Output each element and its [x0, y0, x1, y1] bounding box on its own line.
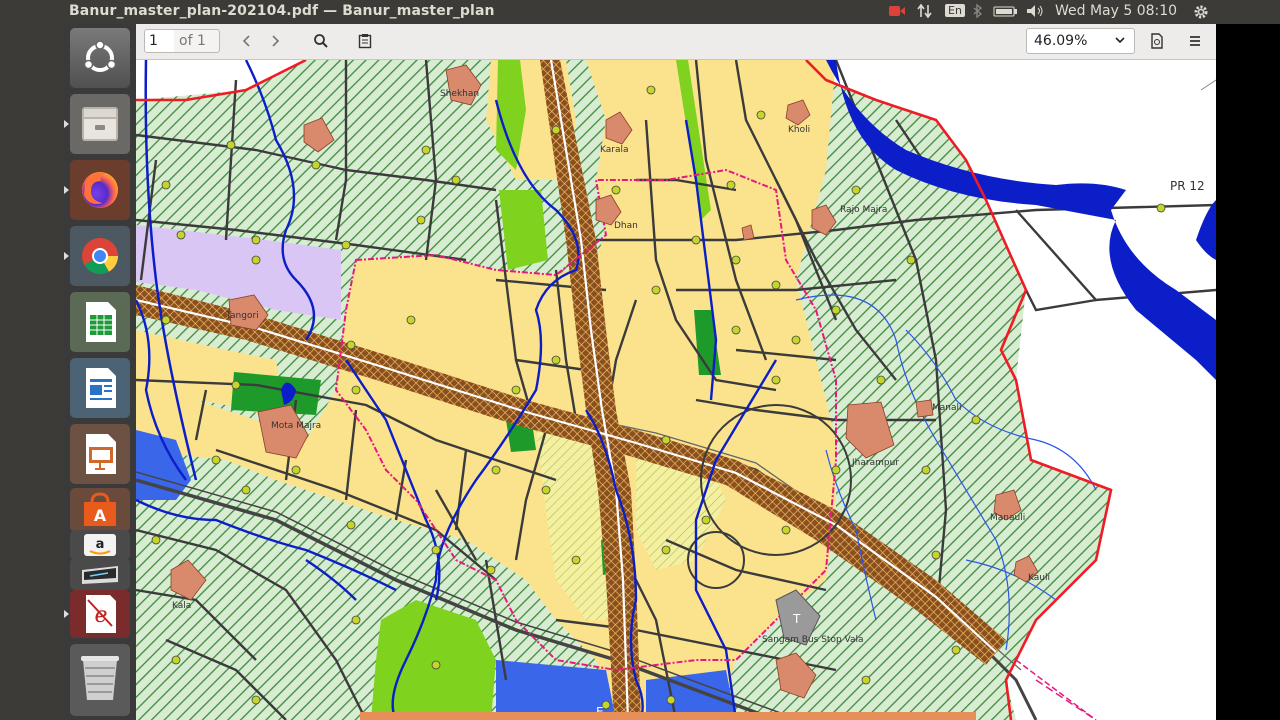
- software-center-button[interactable]: A: [70, 488, 130, 532]
- chrome-icon: [82, 238, 118, 275]
- network-icon[interactable]: [917, 3, 933, 23]
- clock[interactable]: Wed May 5 08:10: [1055, 3, 1177, 19]
- chevron-right-icon: [272, 35, 280, 47]
- search-icon: [314, 34, 328, 48]
- writer-icon: [86, 368, 116, 408]
- amazon-button[interactable]: a: [70, 530, 130, 560]
- trash-icon: [81, 656, 119, 700]
- ubuntu-dash-icon: [83, 40, 117, 72]
- label-mota-majra: Mota Majra: [271, 421, 321, 431]
- label-kauli: Kauli: [1028, 573, 1050, 583]
- ubuntu-dash-button[interactable]: [70, 28, 130, 88]
- label-tangori: Tangori: [225, 311, 259, 321]
- horizontal-scrollbar[interactable]: [360, 712, 976, 720]
- label-kala: Kala: [172, 601, 191, 611]
- amazon-icon: a: [84, 534, 116, 556]
- label-sangam: Sangam Bus Stop Vala: [762, 635, 864, 645]
- bluetooth-icon[interactable]: [972, 3, 984, 23]
- calc-icon: [86, 302, 116, 342]
- document-icon: [1151, 33, 1163, 49]
- firefox-icon: [82, 172, 118, 208]
- clipboard-icon: [358, 34, 372, 49]
- hamburger-menu-icon: [1190, 36, 1200, 46]
- bus-stand-letter: T: [792, 612, 801, 626]
- software-center-icon: A: [84, 492, 116, 526]
- evince-button[interactable]: e: [64, 590, 130, 638]
- writer-button[interactable]: [70, 358, 130, 418]
- label-karala: Karala: [600, 145, 629, 155]
- chrome-button[interactable]: [64, 226, 130, 286]
- calc-button[interactable]: [70, 292, 130, 352]
- files-button[interactable]: [64, 94, 130, 154]
- evince-icon: e: [86, 595, 116, 633]
- chevron-left-icon: [242, 35, 250, 47]
- previous-page-button[interactable]: [234, 28, 258, 54]
- screen-recorder-icon[interactable]: [888, 3, 906, 23]
- battery-icon[interactable]: [993, 3, 1019, 23]
- settings-gear-icon[interactable]: [1192, 3, 1210, 25]
- launcher: A a e: [64, 24, 137, 720]
- svg-text:A: A: [94, 506, 107, 525]
- master-plan-map: Shekhan Karala Kholi PR 12 Dhan Rajo Maj…: [136, 60, 1216, 720]
- label-dhan: Dhan: [614, 221, 638, 231]
- window-title: Banur_master_plan-202104.pdf — Banur_mas…: [69, 3, 495, 19]
- menu-button[interactable]: [1182, 28, 1208, 54]
- trash-button[interactable]: [70, 644, 130, 716]
- zoom-value: 46.09%: [1034, 33, 1088, 49]
- label-pr12: PR 12: [1170, 179, 1205, 193]
- screen-edge: [1216, 24, 1280, 720]
- impress-icon: [86, 434, 116, 474]
- scanner-icon: [82, 566, 118, 584]
- zoom-select[interactable]: 46.09%: [1026, 28, 1135, 54]
- impress-button[interactable]: [70, 424, 130, 484]
- label-manauli: Manauli: [990, 513, 1025, 523]
- firefox-button[interactable]: [64, 160, 130, 220]
- label-manali: Manali: [932, 403, 962, 413]
- annotations-button[interactable]: [350, 28, 380, 54]
- top-panel: Banur_master_plan-202104.pdf — Banur_mas…: [0, 0, 1280, 24]
- document-toolbar: 1 of 1 46.09%: [136, 24, 1216, 60]
- label-rajo-majra: Rajo Majra: [840, 205, 887, 215]
- scanner-button[interactable]: [70, 558, 130, 590]
- files-icon: [82, 107, 118, 141]
- volume-icon[interactable]: [1025, 3, 1045, 23]
- next-page-button[interactable]: [264, 28, 288, 54]
- chevron-down-icon: [1114, 29, 1126, 53]
- find-button[interactable]: [306, 28, 336, 54]
- label-jharampur: Jharampur: [851, 458, 899, 468]
- svg-text:a: a: [96, 537, 105, 552]
- label-kholi: Kholi: [788, 125, 810, 135]
- page-count-label: of 1: [174, 29, 220, 53]
- label-shekhan: Shekhan: [440, 89, 479, 99]
- print-button[interactable]: [1144, 28, 1170, 54]
- document-viewer[interactable]: Shekhan Karala Kholi PR 12 Dhan Rajo Maj…: [136, 60, 1216, 720]
- input-method-indicator[interactable]: En: [945, 4, 965, 17]
